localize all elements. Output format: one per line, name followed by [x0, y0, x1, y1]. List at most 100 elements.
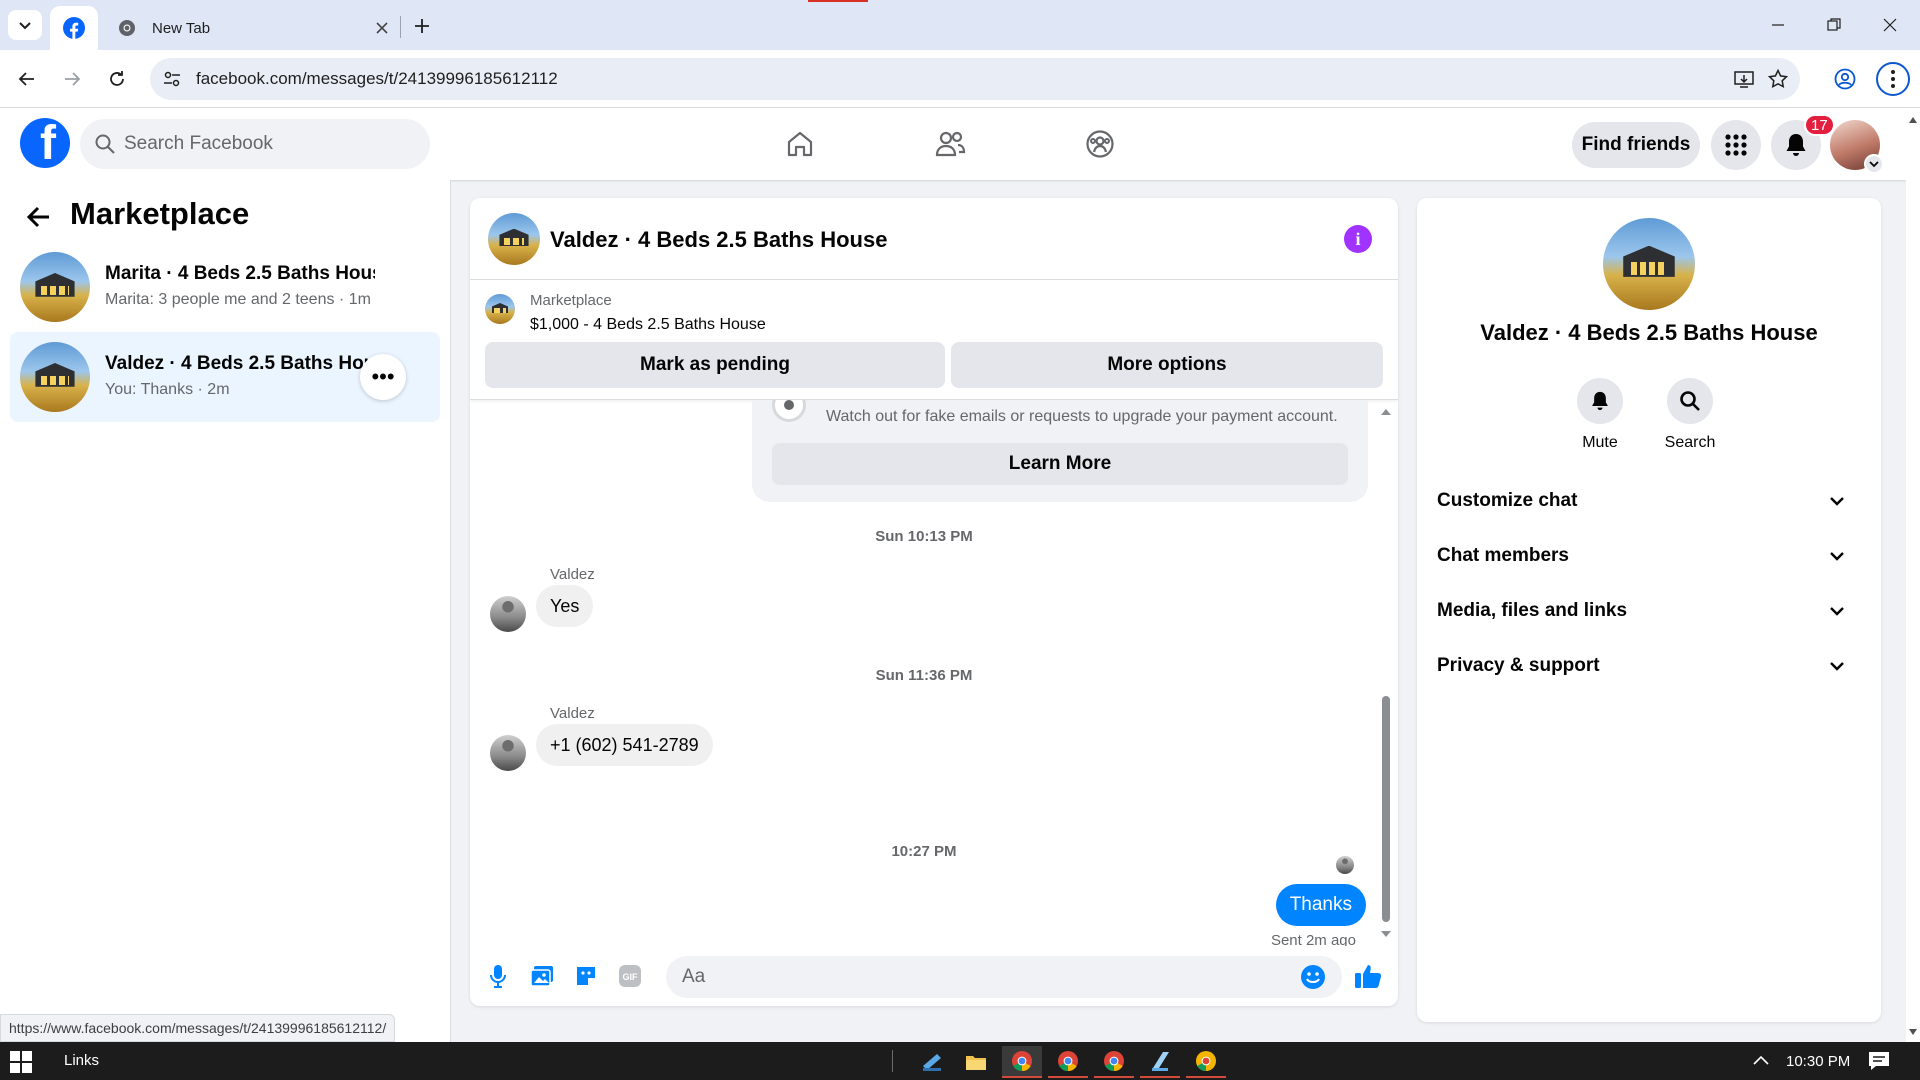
more-options-button[interactable]: More options — [951, 342, 1383, 388]
learn-more-button[interactable]: Learn More — [772, 443, 1348, 485]
tab-search-button[interactable] — [8, 10, 42, 40]
outgoing-message[interactable]: Thanks — [1275, 884, 1366, 926]
emoji-icon[interactable] — [1300, 964, 1326, 990]
chat-avatar[interactable] — [488, 213, 540, 265]
taskbar-separator — [892, 1050, 893, 1072]
mark-as-pending-button[interactable]: Mark as pending — [485, 342, 945, 388]
shield-icon — [772, 400, 806, 422]
sender-avatar[interactable] — [490, 596, 526, 632]
taskbar-app-chrome-canary[interactable] — [1186, 1046, 1226, 1078]
gif-icon: GIF — [619, 965, 641, 987]
search-label: Search — [1664, 434, 1716, 451]
info-icon[interactable]: i — [1344, 225, 1372, 253]
message-list[interactable]: Watch out for fake emails or requests to… — [470, 400, 1398, 946]
conversation-avatar — [20, 252, 90, 322]
notepad-icon — [1152, 1052, 1169, 1071]
facebook-search[interactable] — [80, 119, 430, 169]
details-avatar[interactable] — [1603, 218, 1695, 310]
message-composer: GIF — [470, 946, 1398, 1006]
minimize-icon — [1772, 24, 1784, 26]
tab-facebook[interactable] — [50, 6, 98, 50]
notification-center-icon[interactable] — [1868, 1051, 1890, 1071]
incoming-message[interactable]: Yes — [536, 585, 594, 627]
browser-toolbar: facebook.com/messages/t/2413999618561211… — [0, 50, 1920, 108]
listing-title[interactable]: $1,000 - 4 Beds 2.5 Baths House — [530, 316, 766, 334]
grid-menu-icon — [1725, 134, 1747, 156]
nav-home[interactable] — [778, 122, 822, 166]
restore-window-button[interactable] — [1812, 10, 1856, 40]
taskbar-app-chrome[interactable] — [1048, 1046, 1088, 1078]
sticker-button[interactable] — [572, 962, 600, 990]
taskbar-clock[interactable]: 10:30 PM — [1786, 1053, 1850, 1070]
new-tab-button[interactable] — [408, 12, 436, 40]
url-text[interactable]: facebook.com/messages/t/2413999618561211… — [196, 69, 558, 89]
site-info-icon[interactable] — [160, 67, 184, 91]
listing-thumbnail[interactable] — [485, 294, 515, 324]
conversation-options-button[interactable]: ••• — [360, 354, 406, 400]
tab-new-tab[interactable]: New Tab — [104, 6, 400, 50]
attach-photo-button[interactable] — [528, 962, 556, 990]
section-media-files-links[interactable]: Media, files and links — [1437, 585, 1861, 637]
message-input[interactable] — [666, 956, 1342, 998]
chevron-down-icon — [1825, 544, 1849, 568]
section-chat-members[interactable]: Chat members — [1437, 530, 1861, 582]
address-bar[interactable]: facebook.com/messages/t/2413999618561211… — [150, 58, 1800, 100]
forward-button[interactable] — [55, 62, 89, 96]
start-button[interactable] — [10, 1051, 32, 1073]
browser-menu-button[interactable] — [1876, 62, 1910, 96]
nav-friends[interactable] — [928, 122, 972, 166]
links-toolbar[interactable]: Links — [64, 1052, 99, 1069]
back-button[interactable] — [10, 62, 44, 96]
chat-title[interactable]: Valdez · 4 Beds 2.5 Baths House — [550, 227, 887, 253]
install-app-icon[interactable] — [1732, 67, 1756, 91]
taskbar-app-remote[interactable] — [912, 1046, 952, 1078]
message-status: Sent 2m ago — [1270, 932, 1356, 946]
section-customize-chat[interactable]: Customize chat — [1437, 475, 1861, 527]
menu-button[interactable] — [1711, 120, 1761, 170]
conversation-item-selected[interactable]: Valdez · 4 Beds 2.5 Baths House You: Tha… — [10, 332, 440, 422]
gif-button[interactable]: GIF — [616, 962, 644, 990]
taskbar-app-chrome-active[interactable] — [1002, 1046, 1042, 1078]
mute-action[interactable]: Mute — [1560, 378, 1640, 452]
scroll-down-arrow[interactable] — [1379, 928, 1393, 940]
taskbar-app-chrome[interactable] — [1094, 1046, 1134, 1078]
section-privacy-support[interactable]: Privacy & support — [1437, 640, 1861, 692]
reload-button[interactable] — [100, 62, 134, 96]
search-in-chat-button[interactable] — [1667, 378, 1713, 424]
incoming-message[interactable]: +1 (602) 541-2789 — [536, 724, 713, 766]
close-window-button[interactable] — [1868, 10, 1912, 40]
voice-clip-button[interactable] — [484, 962, 512, 990]
link-preview-status: https://www.facebook.com/messages/t/2413… — [0, 1014, 396, 1042]
message-text-field[interactable] — [682, 956, 1282, 998]
triangle-down-icon — [1381, 931, 1391, 937]
search-action[interactable]: Search — [1650, 378, 1730, 452]
sender-avatar[interactable] — [490, 735, 526, 771]
send-like-button[interactable] — [1354, 962, 1382, 990]
chrome-canary-icon — [1196, 1051, 1216, 1072]
triangle-down-icon[interactable] — [1908, 1028, 1918, 1036]
nav-groups[interactable] — [1078, 122, 1122, 166]
triangle-up-icon[interactable] — [1908, 116, 1918, 124]
profile-button[interactable] — [1828, 62, 1862, 96]
safety-text: Watch out for fake emails or requests to… — [826, 408, 1338, 425]
safety-notice: Watch out for fake emails or requests to… — [752, 400, 1368, 502]
friends-icon — [935, 131, 966, 157]
facebook-logo[interactable]: f — [20, 118, 70, 168]
search-input[interactable] — [124, 119, 414, 169]
scroll-thumb[interactable] — [1382, 696, 1390, 922]
bell-icon — [1786, 134, 1806, 156]
message-sender: Valdez — [550, 566, 595, 583]
account-menu-caret[interactable] — [1864, 154, 1884, 174]
chevron-up-icon[interactable] — [1752, 1052, 1770, 1070]
taskbar-app-file-explorer[interactable] — [956, 1046, 996, 1078]
find-friends-button[interactable]: Find friends — [1572, 122, 1700, 168]
scroll-up-arrow[interactable] — [1379, 406, 1393, 418]
minimize-window-button[interactable] — [1756, 10, 1800, 40]
bookmark-star-icon[interactable] — [1766, 67, 1790, 91]
close-tab-button[interactable] — [370, 16, 394, 40]
conversation-item[interactable]: Marita · 4 Beds 2.5 Baths House Marita: … — [10, 242, 440, 332]
back-to-marketplace-button[interactable] — [24, 202, 54, 232]
mute-button[interactable] — [1577, 378, 1623, 424]
taskbar-app-notepad[interactable] — [1140, 1046, 1180, 1078]
page-scrollbar[interactable] — [1906, 108, 1920, 1042]
